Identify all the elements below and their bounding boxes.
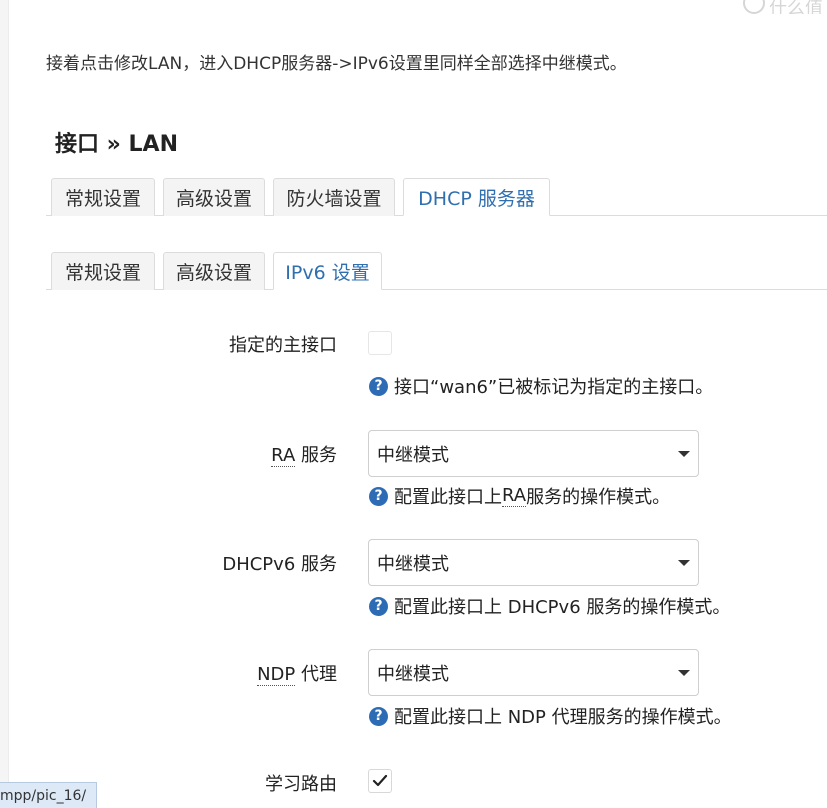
ndp-abbr: NDP — [257, 664, 296, 686]
tab-dhcp-server[interactable]: DHCP 服务器 — [403, 178, 550, 216]
subtab-advanced[interactable]: 高级设置 — [163, 252, 265, 290]
left-rail — [0, 0, 9, 808]
subtab-general[interactable]: 常规设置 — [51, 252, 155, 290]
tab-label: IPv6 设置 — [285, 261, 370, 284]
help-text: 配置此接口上 DHCPv6 服务的操作模式。 — [394, 597, 731, 618]
ndp-proxy-select[interactable]: 中继模式 — [368, 649, 699, 696]
caret-down-icon — [678, 560, 690, 566]
check-icon — [372, 774, 388, 787]
help-text: 配置此接口上 NDP 代理服务的操作模式。 — [394, 707, 732, 728]
tab-label: 常规设置 — [64, 188, 141, 210]
ra-service-select[interactable]: 中继模式 — [368, 430, 699, 477]
help-text: 接口“wan6”已被标记为指定的主接口。 — [394, 377, 714, 398]
tab-label: DHCP 服务器 — [418, 187, 535, 210]
status-bar-url: mpp/pic_16/ — [0, 782, 97, 808]
interface-title: 接口 » LAN — [55, 132, 178, 157]
tab-label: 高级设置 — [175, 188, 252, 210]
page: 什么值 接着点击修改LAN，进入DHCP服务器->IPv6设置里同样全部选择中继… — [0, 0, 827, 808]
tab-label: 高级设置 — [175, 262, 252, 284]
dhcpv6-service-help: ? 配置此接口上 DHCPv6 服务的操作模式。 — [369, 593, 730, 619]
logo-circle-icon — [743, 0, 765, 14]
help-text-prefix: 配置此接口上 — [394, 487, 502, 508]
tab-general[interactable]: 常规设置 — [51, 178, 155, 216]
subtab-ipv6[interactable]: IPv6 设置 — [273, 252, 382, 290]
learn-routes-label: 学习路由 — [265, 774, 337, 795]
dhcpv6-service-label: DHCPv6 服务 — [222, 554, 337, 575]
master-interface-label: 指定的主接口 — [229, 335, 337, 356]
tab-label: 防火墙设置 — [286, 188, 382, 210]
caret-down-icon — [678, 670, 690, 676]
ndp-proxy-label: NDP 代理 — [257, 660, 337, 686]
question-circle-icon: ? — [369, 706, 388, 726]
ra-label-rest: 服务 — [295, 445, 337, 466]
sub-tab-bar: 常规设置 高级设置 IPv6 设置 — [46, 252, 827, 290]
learn-routes-checkbox[interactable] — [368, 769, 392, 793]
ndp-label-rest: 代理 — [295, 664, 337, 685]
ra-service-help: ? 配置此接口上 RA 服务的操作模式。 — [369, 483, 670, 509]
select-value: 中继模式 — [377, 663, 449, 685]
select-value: 中继模式 — [377, 444, 449, 466]
ra-service-label: RA 服务 — [271, 441, 337, 467]
question-circle-icon: ? — [369, 486, 388, 506]
help-ra-abbr: RA — [502, 485, 527, 507]
select-value: 中继模式 — [377, 553, 449, 575]
help-text-suffix: 服务的操作模式。 — [526, 487, 671, 508]
question-circle-icon: ? — [369, 596, 388, 616]
dhcpv6-service-select[interactable]: 中继模式 — [368, 539, 699, 586]
master-interface-checkbox[interactable] — [368, 331, 392, 355]
tab-label: 常规设置 — [64, 262, 141, 284]
intro-text: 接着点击修改LAN，进入DHCP服务器->IPv6设置里同样全部选择中继模式。 — [46, 54, 627, 74]
watermark-logo: 什么值 — [737, 0, 827, 14]
tab-advanced[interactable]: 高级设置 — [163, 178, 265, 216]
tab-firewall[interactable]: 防火墙设置 — [273, 178, 395, 216]
caret-down-icon — [678, 451, 690, 457]
master-interface-help: ? 接口“wan6”已被标记为指定的主接口。 — [369, 373, 713, 399]
ndp-proxy-help: ? 配置此接口上 NDP 代理服务的操作模式。 — [369, 703, 732, 729]
question-circle-icon: ? — [369, 376, 388, 396]
ra-abbr: RA — [271, 445, 296, 467]
main-tab-bar: 常规设置 高级设置 防火墙设置 DHCP 服务器 — [46, 178, 827, 216]
